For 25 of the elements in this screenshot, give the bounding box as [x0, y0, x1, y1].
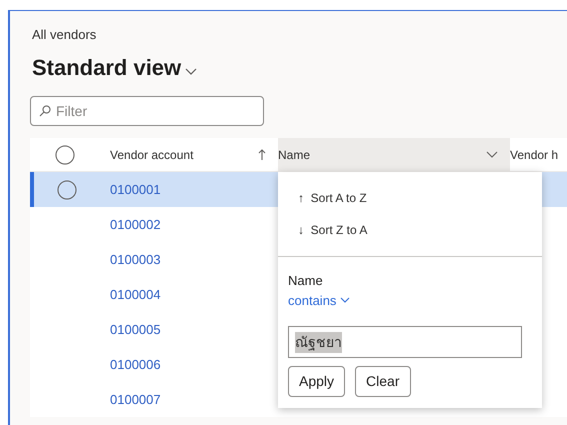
vendor-account-link[interactable]: 0100003	[100, 250, 161, 270]
vendor-account-link[interactable]: 0100004	[100, 284, 161, 304]
vendor-account-link[interactable]: 0100001	[100, 180, 161, 200]
operator-dropdown[interactable]: contains	[288, 290, 350, 310]
vendor-account-link[interactable]: 0100002	[100, 214, 161, 234]
breadcrumb: All vendors	[32, 26, 96, 44]
menu-action-button[interactable]: Apply	[288, 366, 346, 397]
select-circle[interactable]	[57, 180, 77, 200]
filter-value-field[interactable]: ณัฐชยา	[288, 326, 522, 358]
column-header[interactable]: Vendor h	[510, 138, 567, 172]
view-title[interactable]: Standard view	[32, 51, 182, 84]
menu-action-button[interactable]: Clear	[355, 366, 410, 397]
filter-field[interactable]: Filter	[30, 96, 264, 126]
sort-option[interactable]: ↓ Sort Z to A	[278, 214, 542, 246]
field-label: Name	[288, 272, 324, 290]
chevron-down-icon	[340, 297, 350, 304]
vendor-account-link[interactable]: 0100007	[100, 390, 161, 410]
column-header[interactable]: Name	[278, 138, 510, 172]
select-circle[interactable]	[55, 144, 75, 164]
column-header[interactable]: Vendor account	[100, 138, 278, 172]
search-icon	[39, 105, 51, 117]
chevron-down-icon[interactable]	[185, 68, 198, 76]
vendor-account-link[interactable]: 0100006	[100, 354, 161, 374]
sort-option[interactable]: ↑ Sort A to Z	[278, 182, 542, 214]
vendor-account-link[interactable]: 0100005	[100, 320, 161, 340]
